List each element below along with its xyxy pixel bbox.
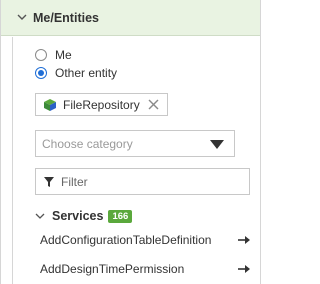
- me-entities-panel: Me/Entities Me Other entity FileReposito…: [0, 0, 261, 284]
- radio-me[interactable]: Me: [35, 47, 72, 63]
- panel-title: Me/Entities: [33, 11, 99, 25]
- filter-input[interactable]: [61, 173, 241, 191]
- category-select-placeholder: Choose category: [42, 137, 133, 151]
- panel-header[interactable]: Me/Entities: [1, 0, 260, 36]
- funnel-icon: [44, 177, 54, 187]
- selected-entity-label: FileRepository: [63, 97, 140, 112]
- service-item-label: AddConfigurationTableDefinition: [40, 233, 212, 247]
- service-item-add-design-time-permission[interactable]: AddDesignTimePermission: [40, 259, 250, 279]
- radio-me-label: Me: [55, 48, 72, 62]
- chevron-down-icon[interactable]: [17, 12, 27, 22]
- service-item-label: AddDesignTimePermission: [40, 262, 185, 276]
- radio-other-entity[interactable]: Other entity: [35, 65, 117, 81]
- selected-entity-chip: FileRepository: [35, 93, 168, 116]
- service-item-add-configuration-table-definition[interactable]: AddConfigurationTableDefinition: [40, 230, 250, 250]
- radio-other-entity-label: Other entity: [55, 66, 118, 80]
- cube-icon: [44, 98, 56, 111]
- category-select[interactable]: Choose category: [35, 130, 235, 157]
- chevron-down-icon[interactable]: [35, 213, 45, 220]
- radio-other-entity-button[interactable]: [35, 67, 47, 79]
- panel-content: Me Other entity FileRepository Choose ca…: [12, 37, 260, 284]
- caret-down-icon[interactable]: [210, 140, 224, 149]
- arrow-right-icon[interactable]: [238, 235, 250, 245]
- close-icon[interactable]: [148, 99, 159, 110]
- filter-field[interactable]: [35, 168, 250, 195]
- services-count-badge: 166: [108, 209, 133, 223]
- scrollbar-track[interactable]: [261, 0, 275, 284]
- radio-me-button[interactable]: [35, 49, 47, 61]
- services-title: Services: [52, 209, 104, 223]
- services-section-header[interactable]: Services 166: [35, 208, 133, 224]
- arrow-right-icon[interactable]: [238, 264, 250, 274]
